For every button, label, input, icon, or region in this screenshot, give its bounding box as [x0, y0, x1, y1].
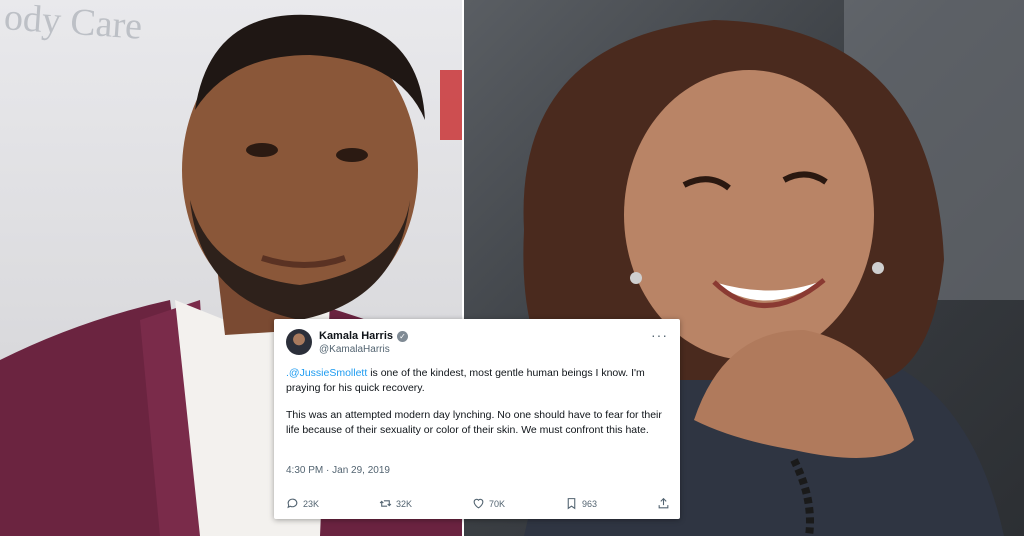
retweet-button[interactable]: 32K: [379, 497, 412, 510]
heart-icon: [473, 498, 484, 509]
author-name-row[interactable]: Kamala Harris ✓: [319, 330, 408, 342]
share-icon: [658, 497, 669, 509]
like-button[interactable]: 70K: [472, 497, 505, 510]
mention-link[interactable]: .@JussieSmollett: [286, 367, 367, 379]
tweet-paragraph-2: This was an attempted modern day lynchin…: [286, 409, 662, 436]
author-avatar[interactable]: [286, 329, 312, 355]
reply-icon: [287, 498, 298, 509]
verified-badge-icon: ✓: [397, 330, 408, 342]
share-button[interactable]: [657, 497, 670, 510]
retweet-count: 32K: [395, 498, 412, 509]
bookmark-button[interactable]: 963: [565, 497, 597, 510]
tweet-timestamp[interactable]: 4:30 PM · Jan 29, 2019: [286, 465, 390, 476]
reply-count: 23K: [303, 498, 320, 509]
tweet-text: .@JussieSmollett is one of the kindest, …: [286, 366, 666, 450]
tweet-card[interactable]: Kamala Harris ✓ @KamalaHarris ··· .@Juss…: [274, 319, 680, 519]
author-name[interactable]: Kamala Harris: [319, 330, 393, 342]
retweet-icon: [379, 500, 392, 507]
bookmark-count: 963: [581, 498, 597, 509]
tweet-actions: 23K 32K 70K 963: [286, 497, 670, 510]
more-options-icon[interactable]: ···: [651, 327, 668, 343]
tweet-paragraph-1: .@JussieSmollett is one of the kindest, …: [286, 366, 666, 396]
author-handle[interactable]: @KamalaHarris: [319, 344, 390, 355]
reply-button[interactable]: 23K: [286, 497, 319, 510]
like-count: 70K: [488, 498, 505, 509]
bookmark-icon: [567, 498, 576, 510]
